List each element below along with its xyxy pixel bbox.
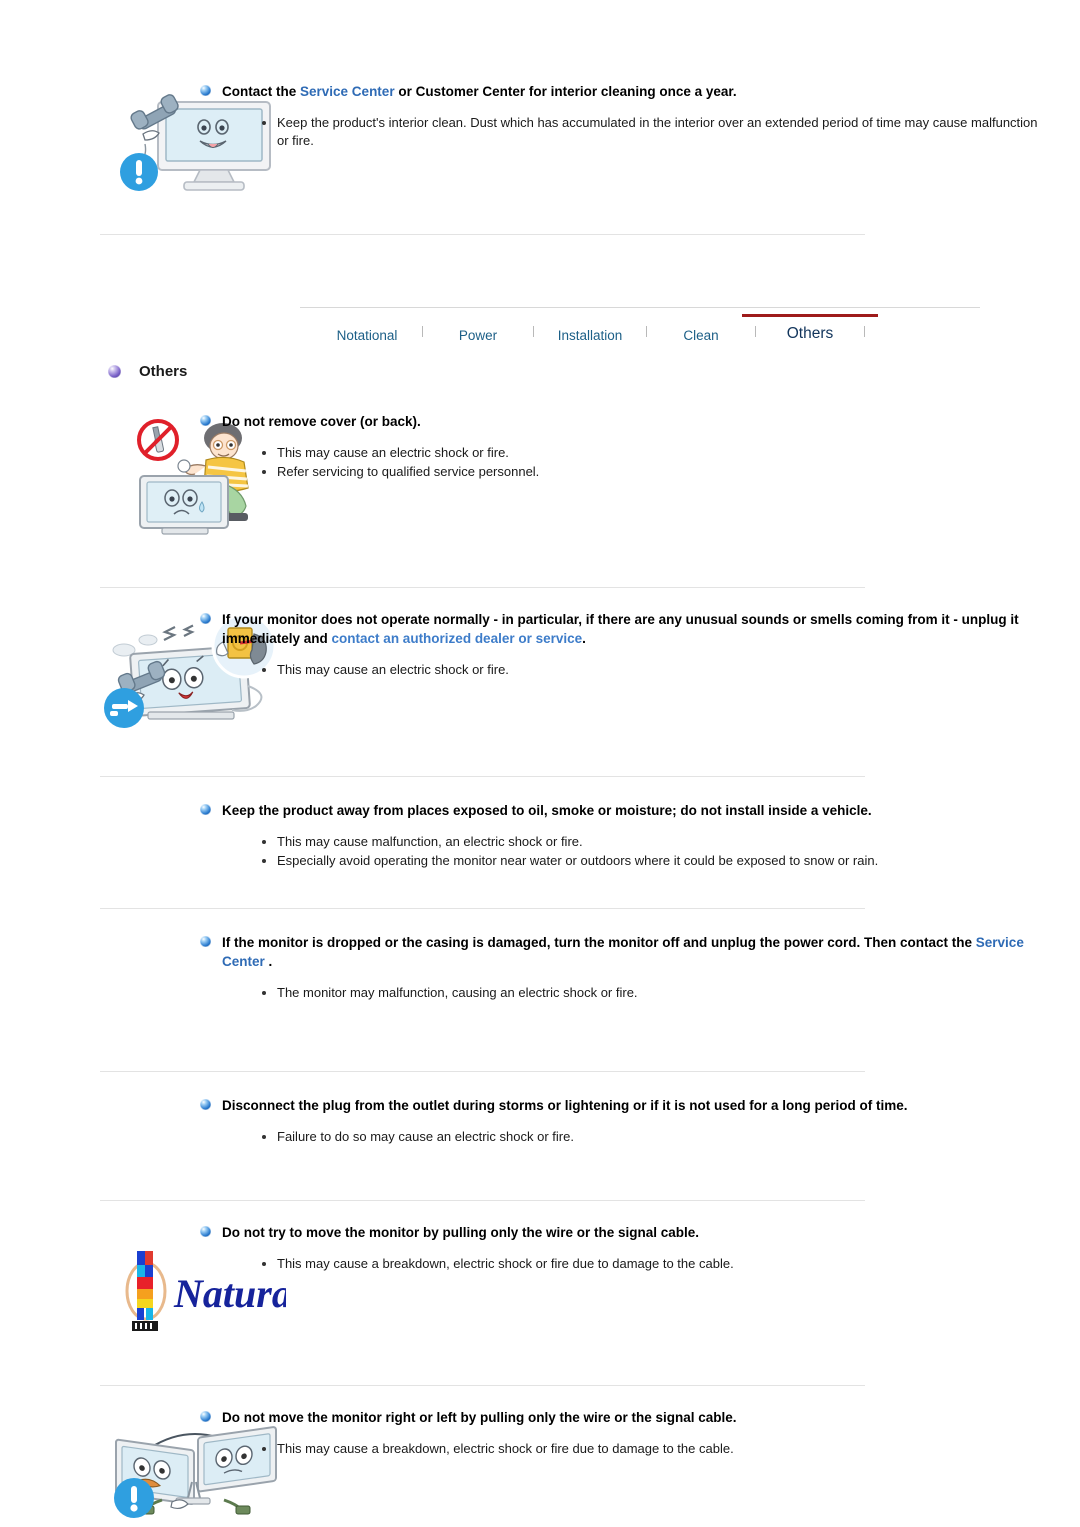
monitor-phone-warning-icon bbox=[120, 94, 271, 191]
text-interior-cleaning: Contact the Service Center or Customer C… bbox=[200, 82, 1080, 204]
natural-color-logo: Natural Color bbox=[0, 1223, 286, 1337]
list-item: This may cause an electric shock or fire… bbox=[262, 661, 1050, 679]
bullet-sphere-icon bbox=[200, 1226, 211, 1237]
heading-do-not-move-right-or-left: Do not move the monitor right or left by… bbox=[200, 1408, 1050, 1427]
bullet-list-do-not-remove-cover: This may cause an electric shock or fire… bbox=[200, 444, 1050, 480]
text-disconnect-plug-during-storms: Disconnect the plug from the outlet duri… bbox=[200, 1096, 1080, 1147]
tab-power[interactable]: Power bbox=[423, 318, 533, 349]
heading-text: Do not try to move the monitor by pullin… bbox=[222, 1225, 700, 1240]
bullet-sphere-icon bbox=[200, 936, 211, 947]
heading-text: Disconnect the plug from the outlet duri… bbox=[222, 1097, 908, 1113]
authorized-dealer-link[interactable]: contact an authorized dealer or service bbox=[332, 631, 583, 646]
list-item: Refer servicing to qualified service per… bbox=[262, 463, 1050, 481]
text-monitor-dropped: If the monitor is dropped or the casing … bbox=[200, 933, 1080, 1003]
text-do-not-move-by-pulling-wire: Do not try to move the monitor by pullin… bbox=[200, 1223, 1080, 1337]
bullet-sphere-icon bbox=[200, 804, 211, 815]
text-keep-away-from-oil-smoke-moisture: Keep the product away from places expose… bbox=[200, 801, 1080, 870]
illustration-placeholder bbox=[0, 801, 200, 870]
heading-do-not-move-by-pulling-wire: Do not try to move the monitor by pullin… bbox=[200, 1223, 1050, 1242]
bullet-list-interior-cleaning: Keep the product's interior clean. Dust … bbox=[200, 114, 1050, 149]
bullet-list-disconnect-plug-during-storms: Failure to do so may cause an electric s… bbox=[200, 1128, 1050, 1146]
list-item: The monitor may malfunction, causing an … bbox=[262, 984, 1050, 1002]
text-monitor-not-operating-normally: If your monitor does not operate normall… bbox=[200, 610, 1080, 732]
heading-interior-cleaning: Contact the Service Center or Customer C… bbox=[200, 82, 1050, 101]
heading-text-post: . bbox=[264, 954, 273, 969]
heading-text: Do not remove cover (or back). bbox=[222, 414, 421, 429]
no-screwdriver-open-monitor-icon bbox=[137, 419, 249, 535]
tabbar: Notational Power Installation Clean Othe… bbox=[300, 307, 980, 349]
section-sphere-icon bbox=[108, 365, 121, 378]
section-interior-cleaning: Contact the Service Center or Customer C… bbox=[0, 0, 1080, 204]
list-item: This may cause an electric shock or fire… bbox=[262, 444, 1050, 462]
page-root: Contact the Service Center or Customer C… bbox=[0, 0, 1080, 1527]
tab-separator bbox=[864, 326, 865, 337]
page-title-label: Others bbox=[139, 363, 188, 380]
illustration-no-screwdriver bbox=[0, 412, 249, 539]
svg-text:Natural Color: Natural Color bbox=[173, 1271, 286, 1316]
heading-monitor-not-operating-normally: If your monitor does not operate normall… bbox=[200, 610, 1050, 648]
heading-monitor-dropped: If the monitor is dropped or the casing … bbox=[200, 933, 1050, 971]
bullet-sphere-icon bbox=[200, 1411, 211, 1422]
list-item: This may cause a breakdown, electric sho… bbox=[262, 1440, 1050, 1458]
list-item: Failure to do so may cause an electric s… bbox=[262, 1128, 1050, 1146]
divider bbox=[100, 234, 865, 235]
heading-keep-away-from-oil-smoke-moisture: Keep the product away from places expose… bbox=[200, 801, 1050, 820]
tab-installation[interactable]: Installation bbox=[534, 318, 646, 349]
heading-text: Do not move the monitor right or left by… bbox=[222, 1410, 737, 1425]
illustration-placeholder bbox=[0, 933, 200, 1003]
illustration-monitor-phone bbox=[0, 82, 271, 204]
bullet-sphere-icon bbox=[200, 415, 211, 426]
section-monitor-dropped: If the monitor is dropped or the casing … bbox=[0, 909, 1080, 1003]
tab-others[interactable]: Others bbox=[742, 314, 878, 349]
list-item: This may cause malfunction, an electric … bbox=[262, 833, 1050, 851]
bullet-list-monitor-dropped: The monitor may malfunction, causing an … bbox=[200, 984, 1050, 1002]
bullet-sphere-icon bbox=[200, 613, 211, 624]
list-item: Especially avoid operating the monitor n… bbox=[262, 852, 1050, 870]
illustration-smoking-monitor bbox=[0, 610, 277, 732]
list-item: This may cause a breakdown, electric sho… bbox=[262, 1255, 1050, 1273]
two-monitors-swivel-warning-icon bbox=[114, 1426, 277, 1518]
tab-clean[interactable]: Clean bbox=[647, 318, 755, 349]
page-title: Others bbox=[108, 363, 1080, 380]
natural-color-logo-icon: Natural Color bbox=[125, 1251, 286, 1331]
service-center-link[interactable]: Service Center bbox=[300, 84, 395, 99]
heading-text: Keep the product away from places expose… bbox=[222, 803, 872, 818]
heading-disconnect-plug-during-storms: Disconnect the plug from the outlet duri… bbox=[200, 1096, 1050, 1115]
section-do-not-move-by-pulling-wire: Natural Color Do not try to move the mon… bbox=[0, 1201, 1080, 1337]
category-tabs: Notational Power Installation Clean Othe… bbox=[300, 307, 980, 349]
section-disconnect-plug-during-storms: Disconnect the plug from the outlet duri… bbox=[0, 1072, 1080, 1147]
section-do-not-move-right-or-left: Do not move the monitor right or left by… bbox=[0, 1386, 1080, 1524]
text-do-not-remove-cover: Do not remove cover (or back). This may … bbox=[200, 412, 1080, 539]
heading-text-post: or Customer Center for interior cleaning… bbox=[394, 84, 737, 99]
illustration-placeholder bbox=[0, 1096, 200, 1147]
bullet-list-do-not-move-right-or-left: This may cause a breakdown, electric sho… bbox=[200, 1440, 1050, 1458]
bullet-list-monitor-not-operating-normally: This may cause an electric shock or fire… bbox=[200, 661, 1050, 679]
illustration-two-monitors-swivel bbox=[0, 1408, 277, 1524]
list-item: Keep the product's interior clean. Dust … bbox=[262, 114, 1050, 149]
bullet-sphere-icon bbox=[200, 1098, 211, 1110]
heading-do-not-remove-cover: Do not remove cover (or back). bbox=[200, 412, 1050, 431]
section-do-not-remove-cover: Do not remove cover (or back). This may … bbox=[0, 380, 1080, 539]
text-do-not-move-right-or-left: Do not move the monitor right or left by… bbox=[200, 1408, 1080, 1524]
bullet-list-keep-away-from-oil-smoke-moisture: This may cause malfunction, an electric … bbox=[200, 833, 1050, 869]
section-keep-away-from-oil-smoke-moisture: Keep the product away from places expose… bbox=[0, 777, 1080, 870]
heading-text-pre: Contact the bbox=[222, 84, 301, 99]
bullet-list-do-not-move-by-pulling-wire: This may cause a breakdown, electric sho… bbox=[200, 1255, 1050, 1273]
bullet-sphere-icon bbox=[200, 85, 211, 96]
heading-text-pre: If the monitor is dropped or the casing … bbox=[222, 935, 976, 950]
heading-text-post: . bbox=[582, 631, 586, 646]
section-monitor-not-operating-normally: If your monitor does not operate normall… bbox=[0, 588, 1080, 732]
tab-notational[interactable]: Notational bbox=[312, 318, 422, 349]
